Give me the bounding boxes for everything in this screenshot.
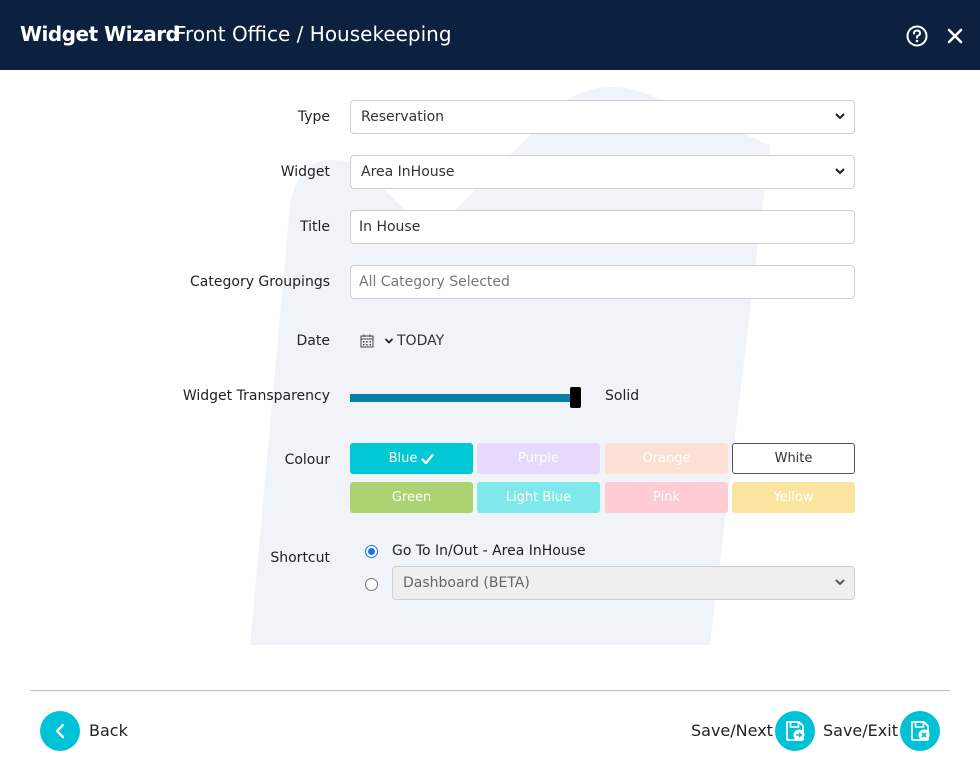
category-groupings-label: Category Groupings	[190, 274, 330, 290]
back-label[interactable]: Back	[89, 721, 128, 740]
save-next-label[interactable]: Save/Next	[691, 721, 773, 740]
colour-swatch-white[interactable]: White	[732, 443, 855, 474]
chevron-down-icon	[835, 579, 845, 586]
wizard-title: Widget Wizard	[20, 22, 180, 46]
header-bar: Widget Wizard Front Office / Housekeepin…	[0, 0, 980, 70]
widget-select-value: Area InHouse	[361, 164, 455, 180]
colour-swatch-green[interactable]: Green	[350, 482, 473, 513]
swatch-label: Yellow	[773, 490, 814, 505]
swatch-label: Blue	[388, 451, 418, 466]
chevron-down-icon[interactable]	[384, 336, 394, 346]
category-groupings-input[interactable]: All Category Selected	[350, 265, 855, 299]
save-next-icon	[786, 721, 805, 741]
swatch-label: White	[774, 451, 813, 466]
title-label: Title	[299, 219, 330, 235]
colour-label: Colour	[284, 452, 330, 468]
category-groupings-placeholder: All Category Selected	[359, 274, 510, 290]
save-next-button[interactable]	[775, 711, 815, 751]
question-circle-icon[interactable]	[906, 25, 928, 47]
save-exit-button[interactable]	[900, 711, 940, 751]
title-input-value: In House	[359, 219, 421, 235]
type-select[interactable]: Reservation	[350, 100, 855, 134]
swatch-label: Green	[391, 490, 432, 505]
chevron-down-icon	[835, 113, 845, 120]
back-button[interactable]	[40, 711, 80, 751]
colour-swatch-light-blue[interactable]: Light Blue	[477, 482, 600, 513]
chevron-down-icon	[835, 168, 845, 175]
slider-thumb[interactable]	[570, 387, 581, 408]
colour-swatch-yellow[interactable]: Yellow	[732, 482, 855, 513]
colour-swatch-purple[interactable]: Purple	[477, 443, 600, 474]
date-value: TODAY	[397, 333, 445, 349]
type-label: Type	[297, 109, 330, 125]
swatch-label: Light Blue	[505, 490, 572, 505]
date-label: Date	[296, 333, 330, 349]
colour-swatch-blue[interactable]: Blue	[350, 443, 473, 474]
footer-divider	[30, 690, 950, 691]
widget-label: Widget	[280, 164, 330, 180]
colour-swatch-pink[interactable]: Pink	[605, 482, 728, 513]
check-icon	[421, 453, 435, 464]
shortcut-radio-goto[interactable]	[365, 545, 378, 558]
type-select-value: Reservation	[361, 109, 445, 125]
transparency-value-label: Solid	[605, 388, 640, 404]
shortcut-dashboard-select[interactable]: Dashboard (BETA)	[392, 566, 855, 600]
shortcut-radio-dashboard[interactable]	[365, 578, 378, 591]
shortcut-label: Shortcut	[270, 550, 330, 566]
slider-track[interactable]	[350, 394, 572, 402]
transparency-label: Widget Transparency	[182, 388, 330, 404]
shortcut-dashboard-value: Dashboard (BETA)	[403, 575, 530, 591]
swatch-label: Purple	[517, 451, 560, 466]
calendar-icon[interactable]	[360, 334, 374, 348]
date-picker[interactable]: TODAY	[360, 333, 444, 349]
swatch-label: Orange	[642, 451, 691, 466]
page-subtitle: Front Office / Housekeeping	[175, 22, 452, 46]
transparency-slider[interactable]	[350, 387, 581, 408]
close-icon[interactable]	[945, 26, 965, 46]
shortcut-option-goto-label[interactable]: Go To In/Out - Area InHouse	[392, 543, 586, 559]
colour-swatch-orange[interactable]: Orange	[605, 443, 728, 474]
save-exit-icon	[911, 721, 930, 741]
title-input[interactable]: In House	[350, 210, 855, 244]
swatch-label: Pink	[653, 490, 680, 505]
chevron-left-icon	[55, 723, 65, 739]
widget-select[interactable]: Area InHouse	[350, 155, 855, 189]
save-exit-label[interactable]: Save/Exit	[823, 721, 898, 740]
